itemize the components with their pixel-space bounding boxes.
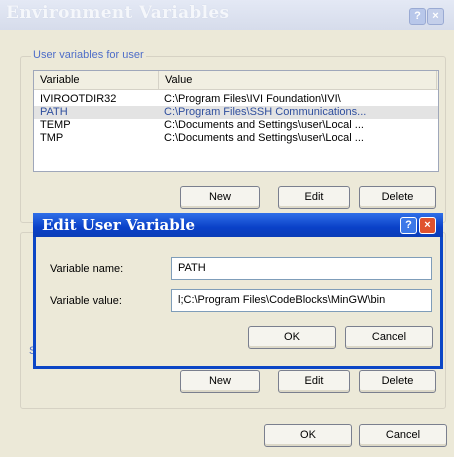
cancel-button[interactable]: Cancel	[359, 424, 447, 447]
variable-value-cell: C:\Documents and Settings\user\Local ...	[164, 119, 364, 131]
variable-value-cell: C:\Documents and Settings\user\Local ...	[164, 132, 364, 144]
system-new-button[interactable]: New	[180, 370, 260, 393]
user-variables-list[interactable]: Variable Value IVIROOTDIR32 C:\Program F…	[33, 70, 439, 172]
variable-name-cell: TMP	[40, 132, 64, 144]
variable-name-field[interactable]: PATH	[171, 257, 432, 280]
user-delete-button[interactable]: Delete	[359, 186, 436, 209]
variable-name-label: Variable name:	[50, 263, 124, 275]
variable-value-cell: C:\Program Files\IVI Foundation\IVI\	[164, 93, 341, 105]
variable-name-cell: IVIROOTDIR32	[40, 93, 117, 105]
list-row[interactable]: TMP C:\Documents and Settings\user\Local…	[34, 132, 438, 145]
user-new-button[interactable]: New	[180, 186, 260, 209]
list-header: Variable Value	[34, 71, 438, 90]
close-icon[interactable]: ×	[427, 8, 444, 25]
help-icon[interactable]: ?	[409, 8, 426, 25]
system-edit-button[interactable]: Edit	[278, 370, 350, 393]
ok-button[interactable]: OK	[264, 424, 352, 447]
variable-value-label: Variable value:	[50, 295, 122, 307]
title-bar[interactable]: Environment Variables ? ×	[0, 0, 454, 30]
variable-name-cell: TEMP	[40, 119, 71, 131]
edit-dialog-title: Edit User Variable	[42, 216, 195, 234]
column-header-variable[interactable]: Variable	[34, 71, 159, 89]
variable-value-field[interactable]: l;C:\Program Files\CodeBlocks\MinGW\bin	[171, 289, 432, 312]
list-row[interactable]: IVIROOTDIR32 C:\Program Files\IVI Founda…	[34, 93, 438, 106]
close-icon[interactable]: ×	[419, 217, 436, 234]
system-delete-button[interactable]: Delete	[359, 370, 436, 393]
edit-user-variable-dialog: Edit User Variable ? × Variable name: PA…	[33, 213, 443, 369]
help-icon[interactable]: ?	[400, 217, 417, 234]
edit-cancel-button[interactable]: Cancel	[345, 326, 433, 349]
edit-ok-button[interactable]: OK	[248, 326, 336, 349]
variable-name-cell: PATH	[40, 106, 68, 118]
edit-dialog-title-bar[interactable]: Edit User Variable ? ×	[33, 213, 443, 237]
user-variables-label: User variables for user	[31, 49, 146, 61]
list-row-selected[interactable]: PATH C:\Program Files\SSH Communications…	[34, 106, 438, 119]
list-row[interactable]: TEMP C:\Documents and Settings\user\Loca…	[34, 119, 438, 132]
dialog-title: Environment Variables	[6, 3, 230, 23]
column-header-value[interactable]: Value	[159, 71, 437, 89]
user-edit-button[interactable]: Edit	[278, 186, 350, 209]
variable-value-cell: C:\Program Files\SSH Communications...	[164, 106, 367, 118]
